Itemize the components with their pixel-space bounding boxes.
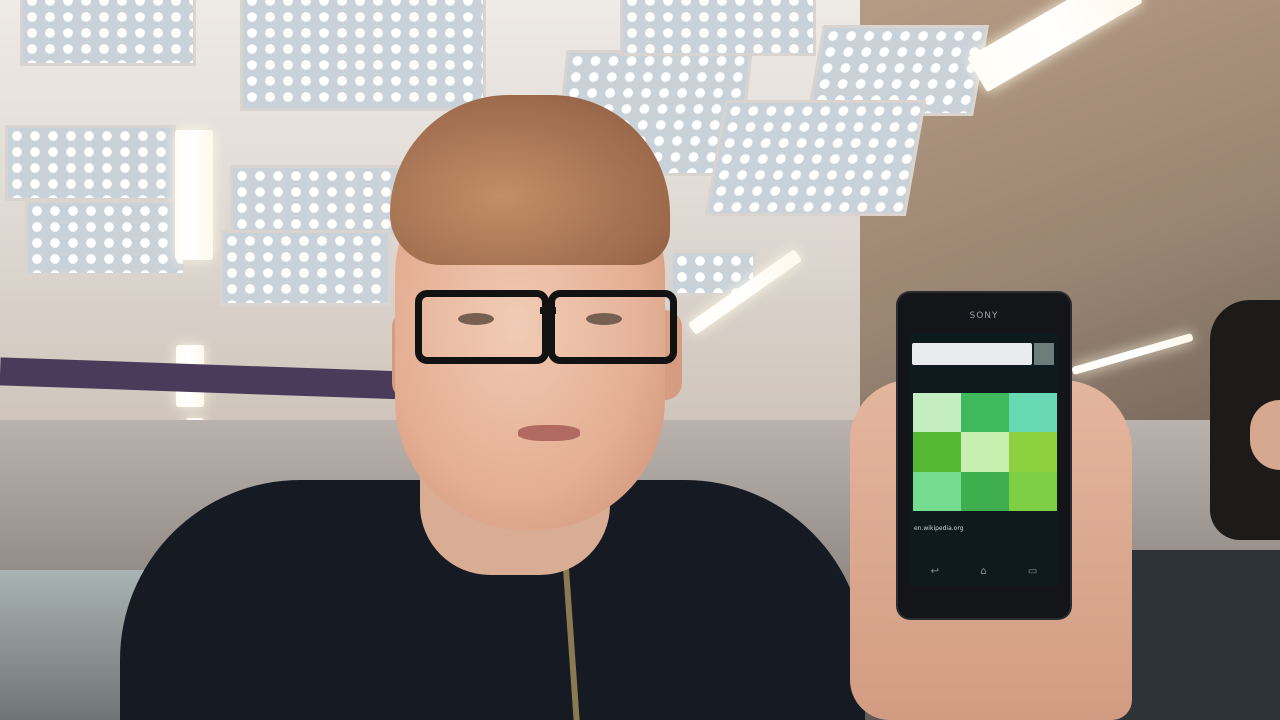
- grid-cell: [961, 471, 1009, 511]
- home-icon: ⌂: [980, 565, 987, 577]
- grid-cell: [1009, 471, 1057, 511]
- hair: [390, 95, 670, 265]
- mouth: [518, 425, 580, 441]
- browser-tab-thumbnail: [1034, 343, 1054, 365]
- color-grid-image: [913, 393, 1057, 511]
- grid-cell: [913, 393, 961, 433]
- grid-cell: [1009, 393, 1057, 433]
- grid-cell: [961, 393, 1009, 433]
- bystander-right: [1020, 300, 1280, 720]
- grid-cell: [961, 432, 1009, 472]
- glasses-left-lens: [415, 290, 549, 364]
- grid-cell: [913, 432, 961, 472]
- glasses-right-lens: [548, 290, 677, 364]
- back-icon: ↩: [930, 565, 940, 577]
- grid-cell: [913, 471, 961, 511]
- skylight: [620, 0, 816, 56]
- smartphone: SONY en.wikipedia.org ↩ ⌂ ▭: [898, 293, 1070, 618]
- phone-screen: en.wikipedia.org ↩ ⌂ ▭: [910, 333, 1058, 585]
- person: [120, 95, 880, 720]
- android-nav-bar: ↩ ⌂ ▭: [910, 563, 1058, 579]
- grid-cell: [1009, 432, 1057, 472]
- glasses-bridge: [540, 307, 556, 314]
- phone-brand-label: SONY: [969, 311, 999, 321]
- recents-icon: ▭: [1027, 565, 1038, 577]
- photo-scene: SONY en.wikipedia.org ↩ ⌂ ▭: [0, 0, 1280, 720]
- page-caption: en.wikipedia.org: [914, 525, 964, 532]
- skylight: [20, 0, 196, 66]
- browser-url-bar: [912, 343, 1032, 365]
